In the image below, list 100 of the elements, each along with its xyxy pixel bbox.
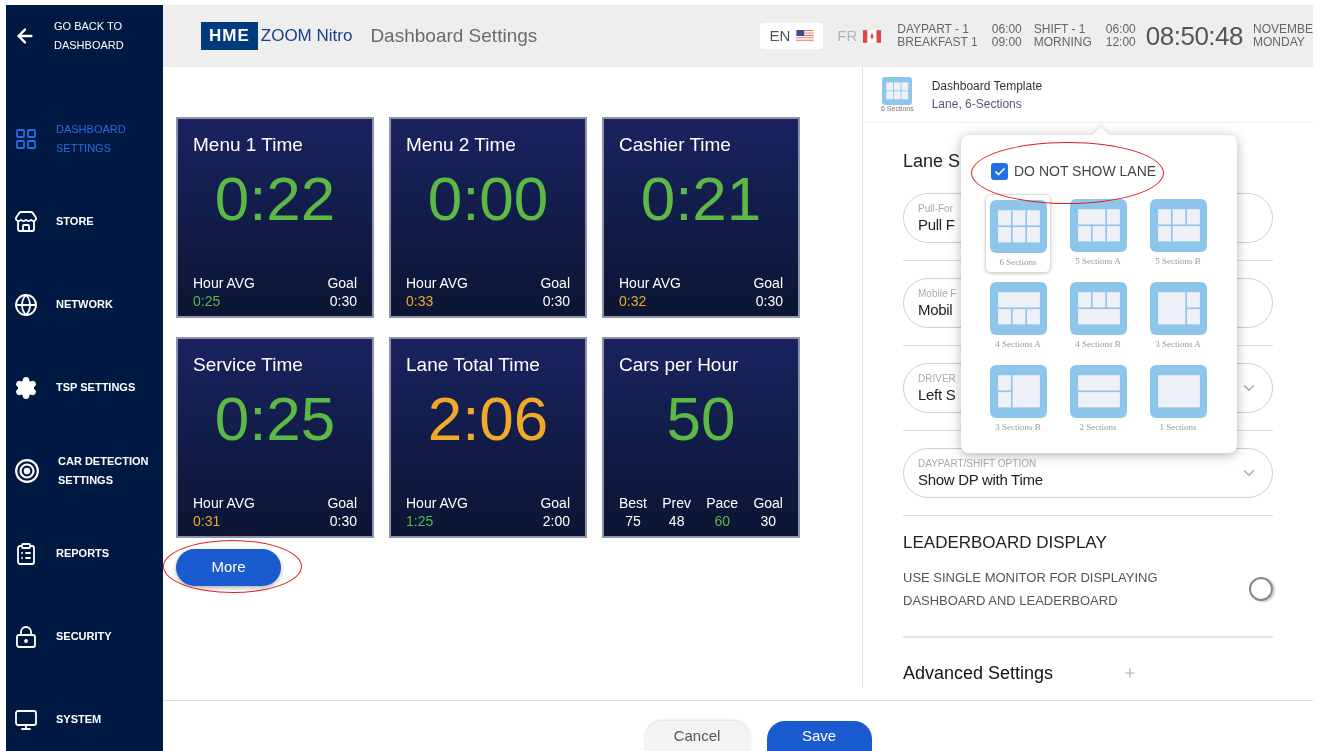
daypart-start: 06:00	[991, 23, 1022, 36]
tile-title: Lane Total Time	[406, 353, 541, 377]
stat-value: 48	[668, 512, 685, 530]
daypart-period: BREAKFAST 1	[897, 36, 978, 49]
stat-label: Hour AVG	[193, 494, 255, 512]
template-option[interactable]: 4 Sections B	[1065, 277, 1131, 356]
back-button[interactable]: GO BACK TO DASHBOARD	[6, 5, 163, 67]
template-option[interactable]: 6 Sections	[985, 194, 1051, 273]
stat-label: Goal	[540, 494, 570, 512]
tile-value: 0:22	[213, 162, 337, 235]
leaderboard-title: LEADERBOARD DISPLAY	[903, 532, 1108, 554]
stat-value: 0:30	[329, 292, 357, 310]
stat-value: 1:25	[406, 512, 434, 530]
field-value: Pull F	[918, 214, 956, 235]
field-label: DAYPART/SHIFT OPTION	[918, 456, 1038, 470]
globe-icon	[14, 292, 38, 317]
page-title: Dashboard Settings	[370, 23, 538, 48]
sidebar-item[interactable]: TSP SETTINGS	[6, 346, 163, 429]
daypart-end: 09:00	[991, 36, 1022, 49]
stat-value: 0:30	[755, 292, 783, 310]
stat-label: Hour AVG	[619, 274, 681, 292]
tile-value: 50	[665, 382, 737, 455]
grid-icon	[14, 126, 38, 151]
field-value: Show DP with Time	[918, 469, 1044, 490]
more-button[interactable]: More	[176, 549, 281, 586]
lock-icon	[14, 624, 38, 649]
us-flag-icon	[796, 30, 815, 42]
checkbox-label: DO NOT SHOW LANE	[1014, 162, 1157, 181]
stat-value: 0:31	[193, 512, 221, 530]
template-option[interactable]: 2 Sections	[1065, 360, 1131, 439]
sidebar-item[interactable]: DASHBOARD SETTINGS	[6, 97, 163, 180]
checkbox[interactable]	[991, 163, 1008, 180]
section-layout-icon	[1069, 365, 1127, 418]
stat-label: Prev	[662, 494, 692, 512]
stat-value: 0:30	[329, 512, 357, 530]
stat-label: Goal	[753, 494, 783, 512]
save-button[interactable]: Save	[766, 721, 872, 751]
sidebar-item[interactable]: CAR DETECTION SETTINGS	[6, 429, 163, 512]
target-icon	[14, 457, 40, 484]
stat-label: Goal	[753, 274, 783, 292]
template-option[interactable]: 3 Sections B	[985, 360, 1051, 439]
cancel-button[interactable]: Cancel	[644, 721, 750, 751]
stat-label: Goal	[327, 274, 357, 292]
leaderboard-option: USE SINGLE MONITOR FOR DISPLAYING DASHBOARD AND LEADERBOARD	[903, 565, 1183, 612]
toggle-switch[interactable]	[1249, 576, 1273, 601]
section-layout-icon	[1149, 199, 1207, 252]
stat-value: 0:33	[406, 292, 434, 310]
field-label: DRIVER	[918, 371, 957, 385]
stat-label: Hour AVG	[193, 274, 255, 292]
sidebar-item[interactable]: STORE	[6, 180, 163, 263]
tile-value: 2:06	[426, 382, 550, 455]
section-layout-icon	[989, 282, 1047, 335]
daypart-start: 06:00	[1105, 23, 1136, 36]
field-label: Pull-For	[918, 201, 954, 215]
clipboard-icon	[14, 541, 38, 566]
stat-value: 0:25	[193, 292, 221, 310]
check-icon	[993, 165, 1006, 178]
stat-value: 30	[760, 512, 776, 530]
daypart-name: DAYPART - 1	[897, 23, 971, 36]
tile-title: Menu 2 Time	[406, 133, 517, 157]
tile-value: 0:21	[639, 162, 763, 235]
date-month: NOVEMBE	[1253, 23, 1313, 36]
stat-label: Pace	[706, 494, 739, 512]
tile-title: Service Time	[193, 353, 304, 377]
daypart-name: SHIFT - 1	[1033, 23, 1087, 36]
stat-value: 75	[625, 512, 641, 530]
monitor-icon	[14, 707, 38, 732]
daypart-end: 12:00	[1105, 36, 1136, 49]
template-value: Lane, 6-Sections	[931, 95, 1023, 113]
section-layout-icon	[1069, 282, 1127, 335]
sidebar-item[interactable]: SECURITY	[6, 595, 163, 678]
storefront-icon	[14, 209, 38, 234]
field-label: Mobile F	[918, 286, 958, 300]
language-option[interactable]: EN	[760, 23, 824, 49]
section-layout-icon	[1149, 282, 1207, 335]
template-title: Dashboard Template	[931, 77, 1043, 95]
tile-value: 0:00	[426, 162, 550, 235]
section-layout-icon	[989, 200, 1047, 253]
template-option[interactable]: 5 Sections B	[1145, 194, 1211, 273]
template-option[interactable]: 5 Sections A	[1065, 194, 1131, 273]
stat-value: 0:32	[619, 292, 647, 310]
brand-logo: HME ZOOM Nitro	[201, 22, 353, 50]
sidebar-item[interactable]: SYSTEM	[6, 678, 163, 751]
section-layout-icon	[1149, 365, 1207, 418]
section-layout-icon	[882, 76, 913, 105]
template-option[interactable]: 1 Sections	[1145, 360, 1211, 439]
sidebar-item[interactable]: NETWORK	[6, 263, 163, 346]
stat-label: Hour AVG	[406, 494, 468, 512]
tile-title: Cars per Hour	[619, 353, 740, 377]
daypart-period: MORNING	[1033, 36, 1092, 49]
date-day: MONDAY	[1253, 36, 1313, 49]
stat-value: 0:30	[542, 292, 570, 310]
stat-value: 60	[714, 512, 730, 530]
section-title: Lane S	[903, 151, 961, 171]
stat-label: Goal	[540, 274, 570, 292]
template-option[interactable]: 4 Sections A	[985, 277, 1051, 356]
clock: 08:50:48	[1145, 19, 1243, 53]
template-option[interactable]: 3 Sections A	[1145, 277, 1211, 356]
tile-title: Menu 1 Time	[193, 133, 304, 157]
sidebar-item[interactable]: REPORTS	[6, 512, 163, 595]
